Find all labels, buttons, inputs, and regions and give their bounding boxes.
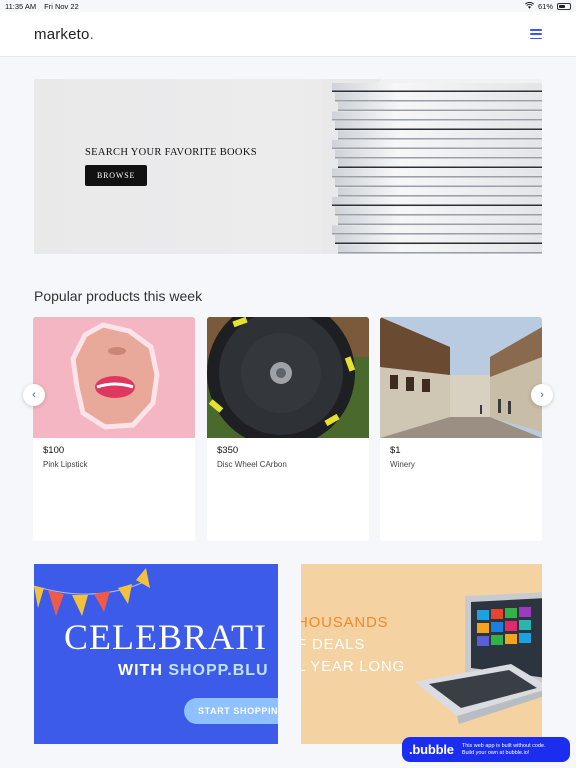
hamburger-menu-icon[interactable] (530, 29, 542, 39)
promo-banner-celebrate[interactable]: CELEBRATI WITH SHOPP.BLU START SHOPPING (34, 564, 278, 744)
wifi-icon (525, 1, 534, 11)
product-card[interactable]: $100 Pink Lipstick (33, 317, 195, 541)
site-logo[interactable]: marketo. (34, 26, 94, 43)
promo-celebrate-heading: CELEBRATI (64, 617, 267, 657)
start-shopping-button[interactable]: START SHOPPING (184, 698, 278, 724)
product-price: $350 (217, 445, 239, 456)
product-name: Pink Lipstick (43, 460, 88, 469)
laptop-tablet-image (415, 592, 542, 724)
product-image-winery-street (380, 317, 542, 438)
carousel-next-icon[interactable]: › (531, 384, 553, 406)
bubble-badge[interactable]: .bubble This web app is built without co… (402, 737, 570, 762)
carousel-prev-icon[interactable]: ‹ (23, 384, 45, 406)
product-card[interactable]: $350 Disc Wheel CArbon (207, 317, 369, 541)
product-price: $1 (390, 445, 401, 456)
product-name: Disc Wheel CArbon (217, 460, 287, 469)
top-navbar: marketo. (0, 12, 576, 57)
product-card[interactable]: $1 Winery (380, 317, 542, 541)
browse-button[interactable]: BROWSE (85, 165, 148, 186)
popular-products-title: Popular products this week (34, 288, 203, 304)
battery-percent: 61% (537, 1, 553, 11)
status-date: Fri Nov 22 (44, 1, 79, 11)
hero-banner: SEARCH YOUR FAVORITE BOOKS BROWSE (34, 79, 542, 254)
status-bar: 11:35 AM Fri Nov 22 61% (0, 0, 576, 12)
promo-with-line: WITH SHOPP.BLU (118, 662, 269, 679)
product-image-disc-wheel (207, 317, 369, 438)
product-name: Winery (390, 460, 415, 469)
product-price: $100 (43, 445, 65, 456)
promo-banner-deals[interactable]: HOUSANDS F DEALS L YEAR LONG (301, 564, 542, 744)
product-image-lips (33, 317, 195, 438)
battery-icon (557, 2, 571, 10)
bubble-logo: .bubble (409, 742, 454, 757)
books-stack-image (322, 79, 542, 254)
hero-title: SEARCH YOUR FAVORITE BOOKS (85, 147, 257, 158)
promo-deals-text: HOUSANDS F DEALS L YEAR LONG (301, 614, 406, 675)
status-time: 11:35 AM (5, 1, 37, 11)
bubble-promo-text: This web app is built without code. Buil… (461, 742, 546, 756)
